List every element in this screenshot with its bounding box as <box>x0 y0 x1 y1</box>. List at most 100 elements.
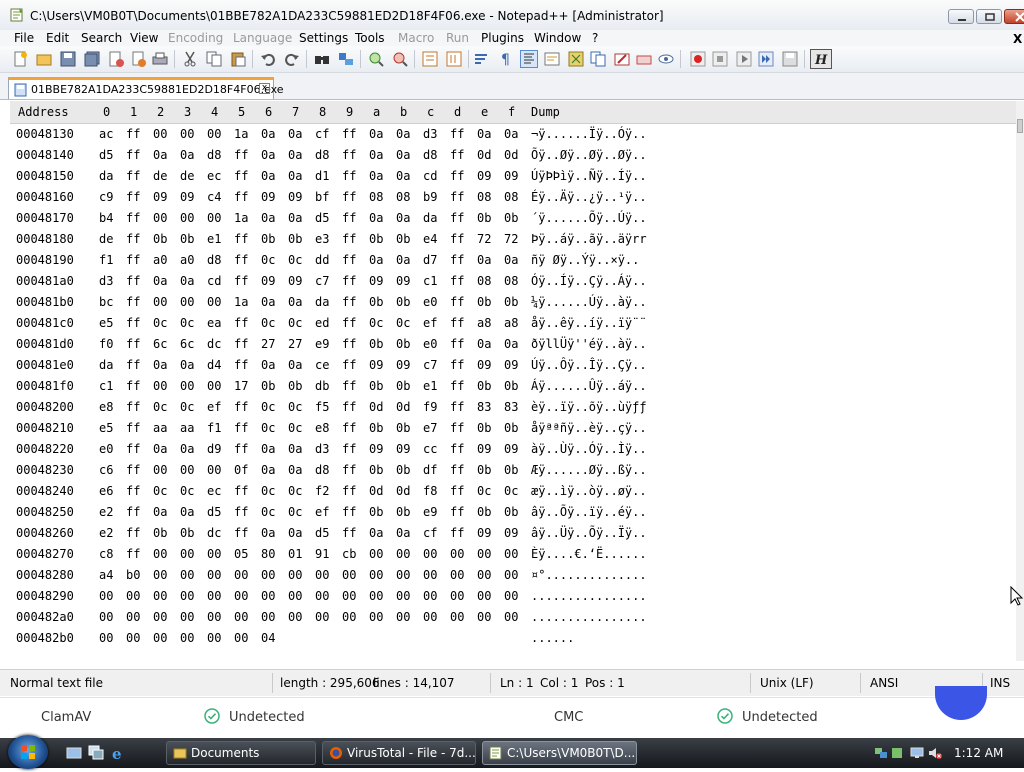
byte-cell[interactable]: 09 <box>369 442 383 456</box>
byte-cell[interactable]: 27 <box>288 337 302 351</box>
macro-run-icon[interactable] <box>758 51 774 67</box>
byte-cell[interactable]: 0b <box>477 505 491 519</box>
byte-cell[interactable]: 0b <box>396 337 410 351</box>
byte-cell[interactable]: cb <box>342 547 356 561</box>
byte-cell[interactable]: 0a <box>369 526 383 540</box>
byte-cell[interactable]: ff <box>126 148 140 162</box>
byte-cell[interactable]: 0c <box>261 505 275 519</box>
switch-windows-icon[interactable] <box>88 745 104 761</box>
byte-cell[interactable]: 00 <box>180 379 194 393</box>
byte-cell[interactable]: 0d <box>477 148 491 162</box>
byte-cell[interactable]: d1 <box>315 169 329 183</box>
byte-cell[interactable]: 0a <box>153 148 167 162</box>
byte-cell[interactable]: 00 <box>288 568 302 582</box>
paste-icon[interactable] <box>230 51 246 67</box>
byte-cell[interactable]: 72 <box>477 232 491 246</box>
byte-cell[interactable]: ff <box>450 484 464 498</box>
byte-cell[interactable]: 0b <box>153 526 167 540</box>
byte-cell[interactable]: f2 <box>315 484 329 498</box>
byte-cell[interactable]: 0b <box>369 421 383 435</box>
byte-cell[interactable]: 0b <box>396 379 410 393</box>
function-list-icon[interactable] <box>590 51 606 67</box>
byte-cell[interactable]: da <box>423 211 437 225</box>
byte-cell[interactable]: e0 <box>423 295 437 309</box>
byte-cell[interactable]: 0b <box>477 421 491 435</box>
byte-cell[interactable]: ff <box>234 358 248 372</box>
byte-cell[interactable]: ff <box>342 463 356 477</box>
byte-cell[interactable]: ff <box>450 169 464 183</box>
byte-cell[interactable]: 08 <box>396 190 410 204</box>
byte-cell[interactable]: ff <box>126 484 140 498</box>
byte-cell[interactable]: 0a <box>369 127 383 141</box>
byte-cell[interactable]: 0a <box>261 295 275 309</box>
byte-cell[interactable]: 08 <box>477 274 491 288</box>
byte-cell[interactable]: 0a <box>153 505 167 519</box>
byte-cell[interactable]: 09 <box>396 358 410 372</box>
hex-row[interactable]: 00048290 00 00 00 00 00 00 00 00 00 00 00 00 00 00 00 00… <box>10 587 710 608</box>
byte-cell[interactable]: b0 <box>126 568 140 582</box>
monitor-icon[interactable] <box>658 51 674 67</box>
byte-cell[interactable]: 0b <box>477 211 491 225</box>
byte-cell[interactable]: ec <box>207 484 221 498</box>
byte-cell[interactable]: 0a <box>180 148 194 162</box>
byte-cell[interactable]: ff <box>234 232 248 246</box>
hex-row[interactable]: 00048180 de ff 0b 0b e1 ff 0b 0b e3 ff 0b 0b e4 ff 72 72… <box>10 230 710 251</box>
byte-cell[interactable]: ff <box>126 253 140 267</box>
byte-cell[interactable]: e1 <box>207 232 221 246</box>
hex-row[interactable]: 00048140 d5 ff 0a 0a d8 ff 0a 0a d8 ff 0a 0a d8 ff 0d 0d… <box>10 146 710 167</box>
byte-cell[interactable]: 0b <box>180 232 194 246</box>
byte-cell[interactable]: ff <box>450 421 464 435</box>
byte-cell[interactable]: 00 <box>504 568 518 582</box>
byte-cell[interactable]: 00 <box>504 610 518 624</box>
byte-cell[interactable]: ff <box>126 526 140 540</box>
hex-editor-icon[interactable]: H <box>810 49 832 69</box>
byte-cell[interactable]: ff <box>342 169 356 183</box>
byte-cell[interactable]: ff <box>234 484 248 498</box>
byte-cell[interactable]: 00 <box>99 589 113 603</box>
byte-cell[interactable]: ff <box>342 505 356 519</box>
byte-cell[interactable]: 00 <box>423 568 437 582</box>
hex-row[interactable]: 000481f0 c1 ff 00 00 00 17 0b 0b db ff 0b 0b e1 ff 0b 0b… <box>10 377 710 398</box>
byte-cell[interactable]: 09 <box>153 190 167 204</box>
byte-cell[interactable]: d8 <box>423 148 437 162</box>
tray-app-icon[interactable] <box>890 746 904 760</box>
byte-cell[interactable]: 09 <box>261 190 275 204</box>
byte-cell[interactable]: 00 <box>369 610 383 624</box>
byte-cell[interactable]: 1a <box>234 127 248 141</box>
byte-cell[interactable]: 0b <box>369 505 383 519</box>
byte-cell[interactable]: 00 <box>342 589 356 603</box>
byte-cell[interactable]: 0c <box>477 484 491 498</box>
byte-cell[interactable]: 09 <box>477 442 491 456</box>
byte-cell[interactable]: 00 <box>450 568 464 582</box>
byte-cell[interactable]: 00 <box>396 610 410 624</box>
byte-cell[interactable]: 0a <box>504 337 518 351</box>
byte-cell[interactable]: a0 <box>153 253 167 267</box>
byte-cell[interactable]: d7 <box>423 253 437 267</box>
folder-workspace-icon[interactable] <box>614 51 630 67</box>
byte-cell[interactable]: 00 <box>180 127 194 141</box>
byte-cell[interactable]: f5 <box>315 400 329 414</box>
byte-cell[interactable]: 00 <box>234 589 248 603</box>
byte-cell[interactable]: ff <box>342 253 356 267</box>
byte-cell[interactable]: 0b <box>477 295 491 309</box>
byte-cell[interactable]: 00 <box>423 547 437 561</box>
byte-cell[interactable]: ff <box>342 421 356 435</box>
byte-cell[interactable]: da <box>99 358 113 372</box>
byte-cell[interactable]: ff <box>450 526 464 540</box>
byte-cell[interactable]: ff <box>126 190 140 204</box>
clock[interactable]: 1:12 AM <box>954 746 1003 760</box>
byte-cell[interactable]: 00 <box>504 547 518 561</box>
byte-cell[interactable]: ff <box>450 463 464 477</box>
byte-cell[interactable]: 0b <box>396 505 410 519</box>
menu-file[interactable]: File <box>14 30 34 46</box>
byte-cell[interactable]: 0c <box>288 505 302 519</box>
byte-cell[interactable]: 0a <box>288 442 302 456</box>
byte-cell[interactable]: f8 <box>423 484 437 498</box>
byte-cell[interactable]: 00 <box>207 589 221 603</box>
byte-cell[interactable]: 00 <box>180 547 194 561</box>
byte-cell[interactable]: d8 <box>315 463 329 477</box>
close-window-button[interactable] <box>1004 9 1024 24</box>
byte-cell[interactable]: 0b <box>288 379 302 393</box>
byte-cell[interactable]: 00 <box>504 589 518 603</box>
byte-cell[interactable]: ff <box>234 337 248 351</box>
